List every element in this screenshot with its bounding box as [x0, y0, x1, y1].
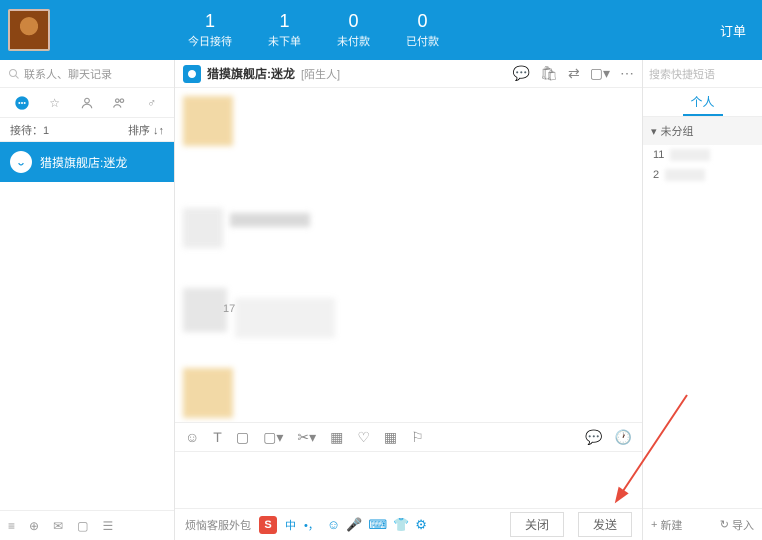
blurred-content — [183, 208, 223, 248]
chat-message-area[interactable]: 17 — [175, 88, 642, 422]
tool-transfer-icon[interactable]: ⇄ — [568, 65, 580, 82]
editor-toolbar: ☺ T ▢ ▢▾ ✂▾ ▦ ♡ ▦ ⚐ 💬 🕐 — [175, 422, 642, 452]
import-button[interactable]: ↻ 导入 — [720, 517, 754, 533]
phrase-item[interactable]: 11 — [643, 145, 762, 165]
input-bottom-bar: 烦恼客服外包 S 中 •， ☺ 🎤 ⌨ 👕 ⚙ 关闭 发送 — [175, 508, 642, 540]
film-icon[interactable]: ▦ — [330, 429, 343, 446]
blurred-content — [235, 298, 335, 338]
blurred-content — [183, 96, 233, 146]
ime-shirt-icon[interactable]: 👕 — [393, 517, 409, 533]
user-avatar[interactable] — [8, 9, 50, 51]
tab-personal[interactable]: 个人 — [683, 88, 723, 116]
contact-avatar-icon — [10, 151, 32, 173]
ime-emoji-icon[interactable]: ☺ — [327, 517, 340, 533]
ime-badge-icon[interactable]: S — [259, 516, 277, 534]
send-button[interactable]: 发送 — [578, 512, 632, 537]
tab-group-icon[interactable] — [110, 94, 128, 112]
blurred-content — [670, 149, 710, 161]
card-icon[interactable]: ▢ — [77, 519, 88, 533]
chat-panel: 猎摸旗舰店:迷龙 [陌生人] 💬 🛍 ⇄ ▢▾ ⋯ 17 ☺ T ▢ ▢▾ ✂▾ — [175, 60, 642, 540]
search-placeholder: 联系人、聊天记录 — [24, 66, 112, 82]
contact-search[interactable]: 联系人、聊天记录 — [0, 60, 174, 88]
menu-icon[interactable]: ≡ — [8, 519, 15, 533]
chat-tools: 💬 🛍 ⇄ ▢▾ ⋯ — [513, 65, 634, 82]
tool-cart-icon[interactable]: 🛍 — [540, 65, 558, 82]
stat-today[interactable]: 1今日接待 — [170, 11, 250, 49]
font-icon[interactable]: T — [213, 429, 222, 445]
new-button[interactable]: +新建 — [651, 517, 682, 533]
close-button[interactable]: 关闭 — [510, 512, 564, 537]
stat-noorder[interactable]: 1未下单 — [250, 11, 319, 49]
tool-bubble-icon[interactable]: 💬 — [513, 65, 530, 82]
left-bottom-bar: ≡ ⊕ ✉ ▢ ☰ — [0, 510, 174, 540]
inbox-icon[interactable]: ⊕ — [29, 519, 39, 533]
heart-icon[interactable]: ♡ — [357, 429, 370, 446]
chevron-down-icon: ▾ — [651, 125, 657, 138]
tab-star-icon[interactable]: ☆ — [46, 94, 64, 112]
phrase-search[interactable]: 搜索快捷短语 — [643, 60, 762, 88]
right-bottom-bar: +新建 ↻ 导入 — [643, 508, 762, 540]
app-header: 1今日接待 1未下单 0未付款 0已付款 订单 — [0, 0, 762, 60]
search-icon — [8, 68, 20, 80]
phrase-item[interactable]: 2 — [643, 165, 762, 185]
plus-icon: + — [651, 519, 657, 531]
header-stats: 1今日接待 1未下单 0未付款 0已付款 — [170, 11, 457, 49]
sidebar-tabs: ☆ ♂ — [0, 88, 174, 118]
ime-mic-icon[interactable]: 🎤 — [346, 517, 362, 533]
clock-icon[interactable]: 🕐 — [615, 429, 632, 446]
blurred-content — [183, 288, 227, 332]
footer-text: 烦恼客服外包 — [185, 517, 251, 533]
group-uncategorized[interactable]: ▾ 未分组 — [643, 117, 762, 145]
history-icon[interactable]: 💬 — [585, 429, 602, 446]
calendar-icon[interactable]: ▦ — [384, 429, 397, 446]
folder-icon[interactable]: ▢▾ — [263, 429, 283, 446]
emoji-icon[interactable]: ☺ — [185, 429, 199, 445]
mail-icon[interactable]: ✉ — [53, 519, 63, 533]
flag-icon[interactable]: ⚐ — [411, 429, 424, 446]
group-label: 未分组 — [661, 123, 694, 139]
chat-title: 猎摸旗舰店:迷龙 — [207, 65, 295, 82]
sort-toggle[interactable]: 排序 ↓↑ — [128, 122, 164, 138]
ime-lang[interactable]: 中 — [285, 517, 296, 533]
left-sidebar: 联系人、聊天记录 ☆ ♂ 接待：1 排序 ↓↑ 猎摸旗舰店:迷龙 ≡ ⊕ ✉ ▢… — [0, 60, 175, 540]
receive-count: 接待：1 — [10, 122, 49, 138]
ime-keyboard-icon[interactable]: ⌨ — [368, 517, 387, 533]
phrase-num: 2 — [653, 169, 659, 181]
ime-icons: ☺ 🎤 ⌨ 👕 ⚙ — [327, 517, 427, 533]
status-row: 接待：1 排序 ↓↑ — [0, 118, 174, 142]
cut-icon[interactable]: ✂▾ — [297, 429, 316, 446]
tab-person-icon[interactable] — [78, 94, 96, 112]
message-input[interactable] — [175, 452, 642, 508]
list-icon[interactable]: ☰ — [102, 519, 113, 533]
blurred-content — [230, 213, 310, 227]
chat-header: 猎摸旗舰店:迷龙 [陌生人] 💬 🛍 ⇄ ▢▾ ⋯ — [175, 60, 642, 88]
tab-link-icon[interactable]: ♂ — [143, 94, 161, 112]
header-tab-orders[interactable]: 订单 — [720, 21, 754, 40]
chat-avatar-icon — [183, 65, 201, 83]
stat-paid[interactable]: 0已付款 — [388, 11, 457, 49]
phrase-num: 11 — [653, 149, 664, 161]
right-sidebar: 搜索快捷短语 个人 ▾ 未分组 11 2 +新建 ↻ 导入 — [642, 60, 762, 540]
chat-tag: [陌生人] — [301, 66, 340, 82]
blurred-content — [665, 169, 705, 181]
stat-unpaid[interactable]: 0未付款 — [319, 11, 388, 49]
message-number: 17 — [223, 303, 235, 315]
contact-item-active[interactable]: 猎摸旗舰店:迷龙 — [0, 142, 174, 182]
tab-chat-icon[interactable] — [13, 94, 31, 112]
phrase-search-placeholder: 搜索快捷短语 — [649, 66, 715, 82]
contact-name: 猎摸旗舰店:迷龙 — [40, 154, 127, 171]
ime-settings-icon[interactable]: ⚙ — [415, 517, 427, 533]
blurred-content — [183, 368, 233, 418]
ime-punct-icon[interactable]: •， — [304, 517, 319, 533]
tool-more-icon[interactable]: ⋯ — [620, 65, 634, 82]
tool-video-icon[interactable]: ▢▾ — [590, 65, 610, 82]
image-icon[interactable]: ▢ — [236, 429, 249, 446]
